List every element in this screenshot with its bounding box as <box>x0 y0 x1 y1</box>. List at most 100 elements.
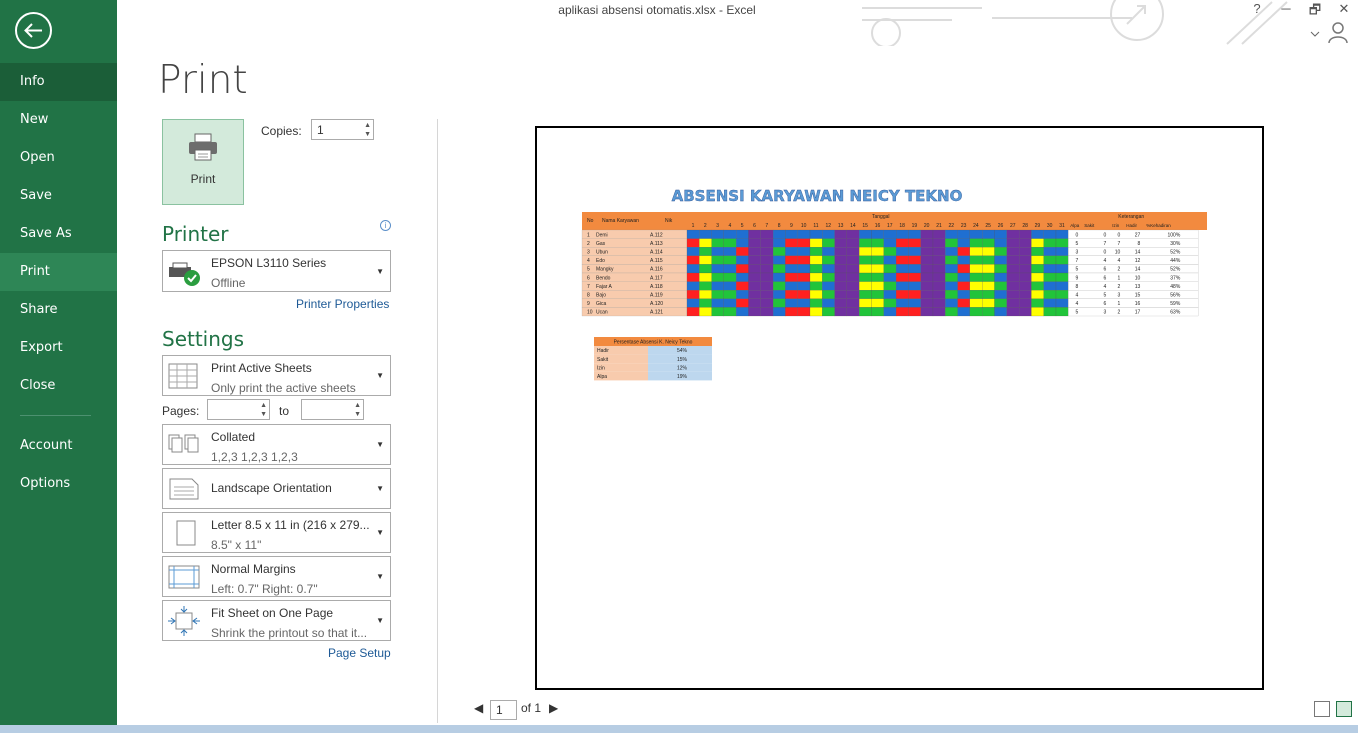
attendance-cell <box>797 229 811 239</box>
summary-value: 2 <box>1118 267 1121 273</box>
row-nik: A.118 <box>650 284 663 290</box>
nav-print[interactable]: Print <box>0 253 117 291</box>
attendance-cell <box>773 281 786 291</box>
back-button[interactable] <box>15 12 52 49</box>
paper-size-select[interactable]: Letter 8.5 x 11 in (216 x 279... 8.5" x … <box>162 512 391 553</box>
attendance-cell <box>822 281 835 291</box>
percent-label: Hadir <box>597 348 609 354</box>
page-number-input[interactable]: 1 <box>490 700 517 720</box>
attendance-cell <box>1043 238 1057 248</box>
day-header: 2 <box>704 223 707 229</box>
percent-value: 54% <box>677 348 688 354</box>
sheets-icon <box>168 363 198 389</box>
attendance-cell <box>945 290 958 299</box>
attendance-cell <box>859 281 872 291</box>
page-setup-link[interactable]: Page Setup <box>328 646 391 660</box>
attendance-cell <box>723 290 737 299</box>
printer-select[interactable]: EPSON L3110 Series Offline ▼ <box>162 250 391 292</box>
attendance-cell <box>846 281 860 291</box>
print-button[interactable]: Print <box>162 119 244 205</box>
attendance-cell <box>723 255 737 265</box>
summary-value: 14 <box>1135 267 1141 273</box>
printer-properties-link[interactable]: Printer Properties <box>296 297 389 311</box>
attendance-cell <box>1043 281 1057 291</box>
summary-value: 4 <box>1104 284 1107 290</box>
info-icon[interactable]: i <box>380 220 391 231</box>
pages-from-up-icon[interactable]: ▲ <box>260 402 267 409</box>
nav-export[interactable]: Export <box>0 329 117 367</box>
summary-value: 8 <box>1138 241 1141 247</box>
scaling-select[interactable]: Fit Sheet on One Page Shrink the printou… <box>162 600 391 641</box>
close-window-button[interactable]: ✕ <box>1335 1 1353 17</box>
account-dropdown-icon[interactable] <box>1308 22 1322 38</box>
attendance-cell <box>920 229 934 239</box>
nav-share[interactable]: Share <box>0 291 117 329</box>
day-header: 22 <box>949 223 955 229</box>
attendance-cell <box>1043 229 1057 239</box>
help-button[interactable]: ? <box>1248 1 1266 16</box>
summary-value: 48% <box>1170 284 1181 290</box>
copies-input[interactable]: 1 ▲ ▼ <box>311 119 374 140</box>
nav-info[interactable]: Info <box>0 63 117 101</box>
percent-label: Izin <box>597 365 605 371</box>
attendance-cell <box>994 290 1007 299</box>
attendance-cell <box>859 307 872 317</box>
attendance-cell <box>957 264 971 274</box>
pages-to-up-icon[interactable]: ▲ <box>354 402 361 409</box>
nav-new[interactable]: New <box>0 101 117 139</box>
attendance-cell <box>871 238 884 248</box>
pages-to-input[interactable]: ▲ ▼ <box>301 399 364 420</box>
attendance-cell <box>1006 290 1020 299</box>
pages-from-down-icon[interactable]: ▼ <box>260 411 267 418</box>
attendance-cell <box>1043 255 1057 265</box>
pages-from-input[interactable]: ▲ ▼ <box>207 399 270 420</box>
attendance-cell <box>723 229 737 239</box>
summary-value: 10 <box>1135 275 1141 281</box>
summary-value: 3 <box>1104 310 1107 316</box>
attendance-cell <box>760 229 774 239</box>
copies-down-icon[interactable]: ▼ <box>364 131 371 138</box>
day-header: 31 <box>1059 223 1065 229</box>
nav-open[interactable]: Open <box>0 139 117 177</box>
restore-button[interactable]: 🗗 <box>1306 1 1324 23</box>
margins-select[interactable]: Normal Margins Left: 0.7" Right: 0.7" ▼ <box>162 556 391 597</box>
summary-value: 2 <box>1118 284 1121 290</box>
attendance-cell <box>785 247 798 256</box>
collation-select[interactable]: Collated 1,2,3 1,2,3 1,2,3 ▼ <box>162 424 391 465</box>
minimize-button[interactable]: ─ <box>1277 1 1295 16</box>
nav-options[interactable]: Options <box>0 465 117 503</box>
attendance-cell <box>883 264 897 274</box>
zoom-to-page-button[interactable] <box>1336 701 1352 717</box>
attendance-cell <box>773 247 786 256</box>
attendance-cell <box>699 255 712 265</box>
printer-icon <box>189 133 217 161</box>
attendance-cell <box>822 229 835 239</box>
nav-save-as[interactable]: Save As <box>0 215 117 253</box>
attendance-cell <box>686 290 700 299</box>
attendance-cell <box>736 272 749 282</box>
copies-up-icon[interactable]: ▲ <box>364 122 371 129</box>
attendance-cell <box>982 238 995 248</box>
orientation-select[interactable]: Landscape Orientation ▼ <box>162 468 391 509</box>
attendance-cell <box>982 264 995 274</box>
user-avatar-icon[interactable] <box>1326 20 1350 44</box>
attendance-cell <box>686 281 700 291</box>
attendance-cell <box>809 272 823 282</box>
nav-save[interactable]: Save <box>0 177 117 215</box>
attendance-cell <box>1006 255 1020 265</box>
attendance-cell <box>773 307 786 317</box>
attendance-cell <box>809 238 823 248</box>
show-margins-button[interactable] <box>1314 701 1330 717</box>
nav-account[interactable]: Account <box>0 427 117 465</box>
attendance-cell <box>1019 229 1032 239</box>
nav-close[interactable]: Close <box>0 367 117 405</box>
row-no: 10 <box>587 310 593 316</box>
prev-page-icon[interactable]: ◀ <box>474 701 483 715</box>
next-page-icon[interactable]: ▶ <box>549 701 558 715</box>
row-name: Edo <box>596 258 605 264</box>
attendance-cell <box>908 238 921 248</box>
print-what-select[interactable]: Print Active Sheets Only print the activ… <box>162 355 391 396</box>
attendance-cell <box>760 298 774 308</box>
attendance-cell <box>736 238 749 248</box>
pages-to-down-icon[interactable]: ▼ <box>354 411 361 418</box>
